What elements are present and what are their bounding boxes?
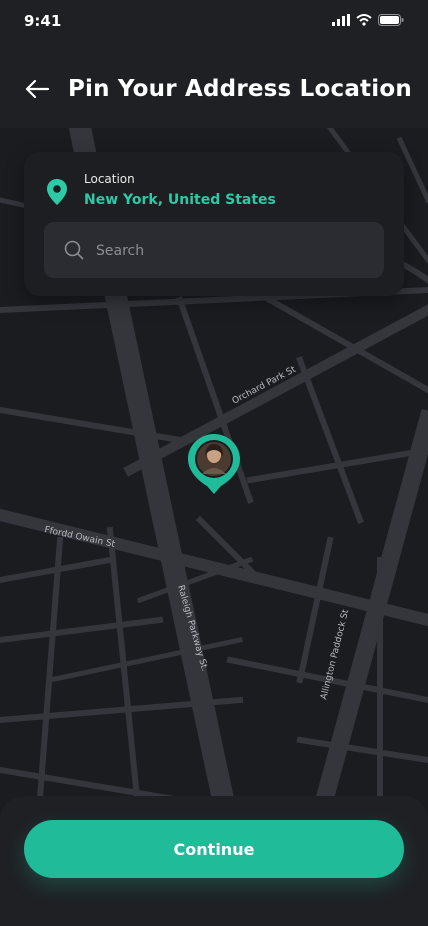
status-time: 9:41	[24, 12, 62, 30]
avatar-pin-icon[interactable]	[186, 432, 242, 496]
back-arrow-icon[interactable]	[24, 78, 50, 100]
page-title: Pin Your Address Location	[68, 76, 412, 102]
battery-icon	[378, 14, 404, 26]
search-input[interactable]	[94, 222, 378, 280]
header: Pin Your Address Location	[0, 44, 428, 128]
search-icon	[64, 240, 84, 260]
wifi-icon	[356, 14, 372, 26]
location-value: New York, United States	[84, 192, 276, 208]
continue-button[interactable]: Continue	[24, 820, 404, 878]
status-bar: 9:41	[0, 0, 428, 44]
location-card: Location New York, United States	[24, 152, 404, 296]
bottom-panel: Continue	[0, 796, 428, 926]
location-label: Location	[84, 172, 135, 186]
search-box[interactable]	[44, 222, 384, 280]
status-icons	[332, 14, 404, 26]
location-pin-icon	[47, 179, 67, 205]
signal-icon	[332, 14, 350, 26]
